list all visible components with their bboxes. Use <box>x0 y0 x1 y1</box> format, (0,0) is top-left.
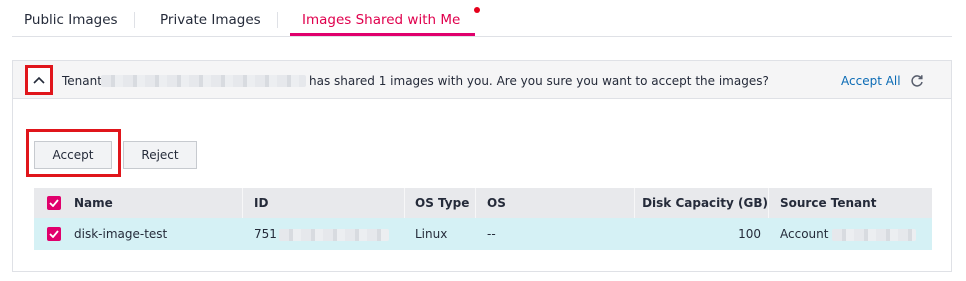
tenant-label: Tenant <box>62 74 102 88</box>
row-checkbox[interactable] <box>47 227 61 241</box>
image-id-redacted <box>279 229 389 241</box>
share-notice-bar: Tenant has shared 1 images with you. Are… <box>13 61 951 99</box>
column-divider <box>404 188 405 218</box>
chevron-up-icon <box>33 76 45 84</box>
table-header: Name ID OS Type OS Disk Capacity (GB) So… <box>34 188 932 218</box>
accept-all-link[interactable]: Accept All <box>841 74 901 88</box>
share-message: has shared 1 images with you. Are you su… <box>309 74 769 88</box>
cell-id: 751 <box>254 227 277 241</box>
column-header-os: OS <box>487 196 506 210</box>
column-divider <box>634 188 635 218</box>
column-header-os-type: OS Type <box>415 196 470 210</box>
cell-source-tenant: Account <box>780 227 829 241</box>
active-tab-indicator <box>290 33 475 36</box>
tenant-name-redacted <box>101 75 306 87</box>
reject-button[interactable]: Reject <box>123 141 197 169</box>
tab-divider <box>134 12 135 28</box>
select-all-checkbox[interactable] <box>47 196 61 210</box>
table-row[interactable]: disk-image-test 751 Linux -- 100 Account <box>34 218 932 250</box>
check-icon <box>49 230 59 238</box>
tab-images-shared-with-me[interactable]: Images Shared with Me <box>302 12 460 28</box>
collapse-toggle[interactable] <box>25 65 53 95</box>
column-divider <box>242 188 243 218</box>
cell-disk-capacity: 100 <box>738 227 761 241</box>
refresh-icon[interactable] <box>909 73 925 89</box>
column-header-source-tenant: Source Tenant <box>780 196 877 210</box>
column-header-name: Name <box>74 196 113 210</box>
column-divider <box>768 188 769 218</box>
column-divider <box>475 188 476 218</box>
check-icon <box>49 199 59 207</box>
tab-divider <box>277 12 278 28</box>
tab-public-images[interactable]: Public Images <box>24 12 118 28</box>
notification-dot <box>474 7 480 13</box>
column-header-id: ID <box>254 196 269 210</box>
image-tabs: Public Images Private Images Images Shar… <box>12 0 952 37</box>
shared-images-panel: Tenant has shared 1 images with you. Are… <box>12 60 952 272</box>
source-tenant-redacted <box>832 229 916 241</box>
cell-os-type: Linux <box>415 227 448 241</box>
accept-button[interactable]: Accept <box>34 141 112 169</box>
cell-name: disk-image-test <box>74 227 168 241</box>
cell-os: -- <box>487 227 496 241</box>
tab-private-images[interactable]: Private Images <box>160 12 261 28</box>
column-header-disk-capacity: Disk Capacity (GB) <box>642 196 768 210</box>
